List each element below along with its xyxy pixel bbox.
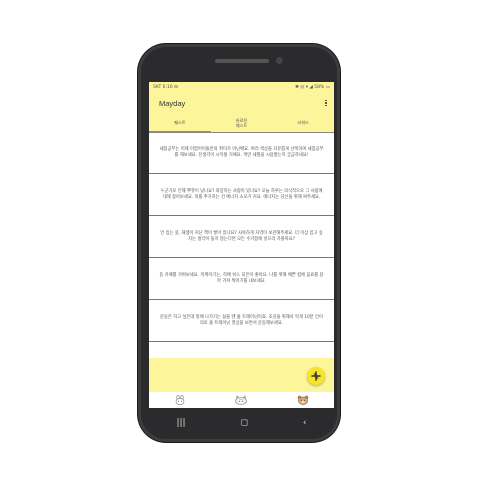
quest-text: 운동은 하고 싶은데 밖에 나가기는 싫을 땐 홈 트레이닝이죠. 조깅을 위해…: [160, 314, 323, 326]
nav-cat[interactable]: [231, 394, 251, 406]
bear-icon: [297, 395, 309, 405]
bunny-icon: [175, 395, 185, 405]
bottom-navigation: [149, 392, 334, 408]
quest-card[interactable]: 새침공부는 이제 어렵어이돌만의 취미가 아닌배요. 여러 색상을 자유롭게 선…: [149, 132, 334, 174]
cat-icon: [235, 395, 248, 405]
nav-bear[interactable]: [293, 394, 313, 406]
app-screen: SKT 6:16 ⊟ ✱ ◎ ▾ ◢ 58% ▭ Mayday 퀘스트 완료된 …: [149, 82, 334, 408]
tab-completed-quest[interactable]: 완료된 퀘스트: [211, 114, 273, 132]
overflow-menu-icon[interactable]: [324, 99, 328, 107]
quest-card[interactable]: 누군가로 인해 뿌쥬이 났나요? 화장하는 사람이 있나요? 오늘 하루는 의식…: [149, 174, 334, 216]
quest-card[interactable]: 안 입는 옷, 재생이 지난 책이 쌓아 있나요? 사숙하게 자역이 보관해주세…: [149, 216, 334, 258]
recents-icon[interactable]: |||: [176, 418, 185, 428]
quest-list: 새침공부는 이제 어렵어이돌만의 취미가 아닌배요. 여러 색상을 자유롭게 선…: [149, 132, 334, 342]
tab-reward[interactable]: 리워드: [272, 114, 334, 132]
quest-text: 누군가로 인해 뿌쥬이 났나요? 화장하는 사람이 있나요? 오늘 하루는 의식…: [160, 188, 323, 200]
quest-text: 안 입는 옷, 재생이 지난 책이 쌓아 있나요? 사숙하게 자역이 보관해주세…: [160, 230, 323, 242]
status-left: SKT 6:16 ⊟: [153, 84, 178, 90]
tab-bar: 퀘스트 완료된 퀘스트 리워드: [149, 114, 334, 132]
system-navigation: ||| ◻ ‹: [149, 414, 334, 432]
front-camera: [276, 57, 283, 64]
app-bar: Mayday: [149, 92, 334, 114]
tab-reward-label: 리워드: [297, 120, 309, 126]
status-right: ✱ ◎ ▾ ◢ 58% ▭: [295, 84, 330, 90]
back-icon[interactable]: ‹: [303, 418, 307, 428]
add-quest-button[interactable]: [307, 367, 325, 385]
quest-card[interactable]: 운동은 하고 싶은데 밖에 나가기는 싫을 땐 홈 트레이닝이죠. 조깅을 위해…: [149, 300, 334, 342]
tab-completed-quest-label: 완료된 퀘스트: [235, 117, 248, 128]
quest-card[interactable]: 동 카페를 가벼보세요. 미케이기는, 하배 쉬스 되은이 좋아요. 나를 위해…: [149, 258, 334, 300]
home-icon[interactable]: ◻: [240, 418, 247, 428]
add-quest-icon: [311, 371, 321, 381]
nav-bunny[interactable]: [170, 394, 190, 406]
quest-text: 새침공부는 이제 어렵어이돌만의 취미가 아닌배요. 여러 색상을 자유롭게 선…: [159, 147, 324, 158]
quest-text: 동 카페를 가벼보세요. 미케이기는, 하배 쉬스 되은이 좋아요. 나를 위해…: [159, 272, 324, 284]
tab-quest-label: 퀘스트: [174, 119, 186, 125]
app-title: Mayday: [159, 98, 186, 108]
status-bar: SKT 6:16 ⊟ ✱ ◎ ▾ ◢ 58% ▭: [149, 82, 334, 92]
phone-speaker: [215, 59, 269, 63]
tab-quest[interactable]: 퀘스트: [149, 114, 211, 132]
